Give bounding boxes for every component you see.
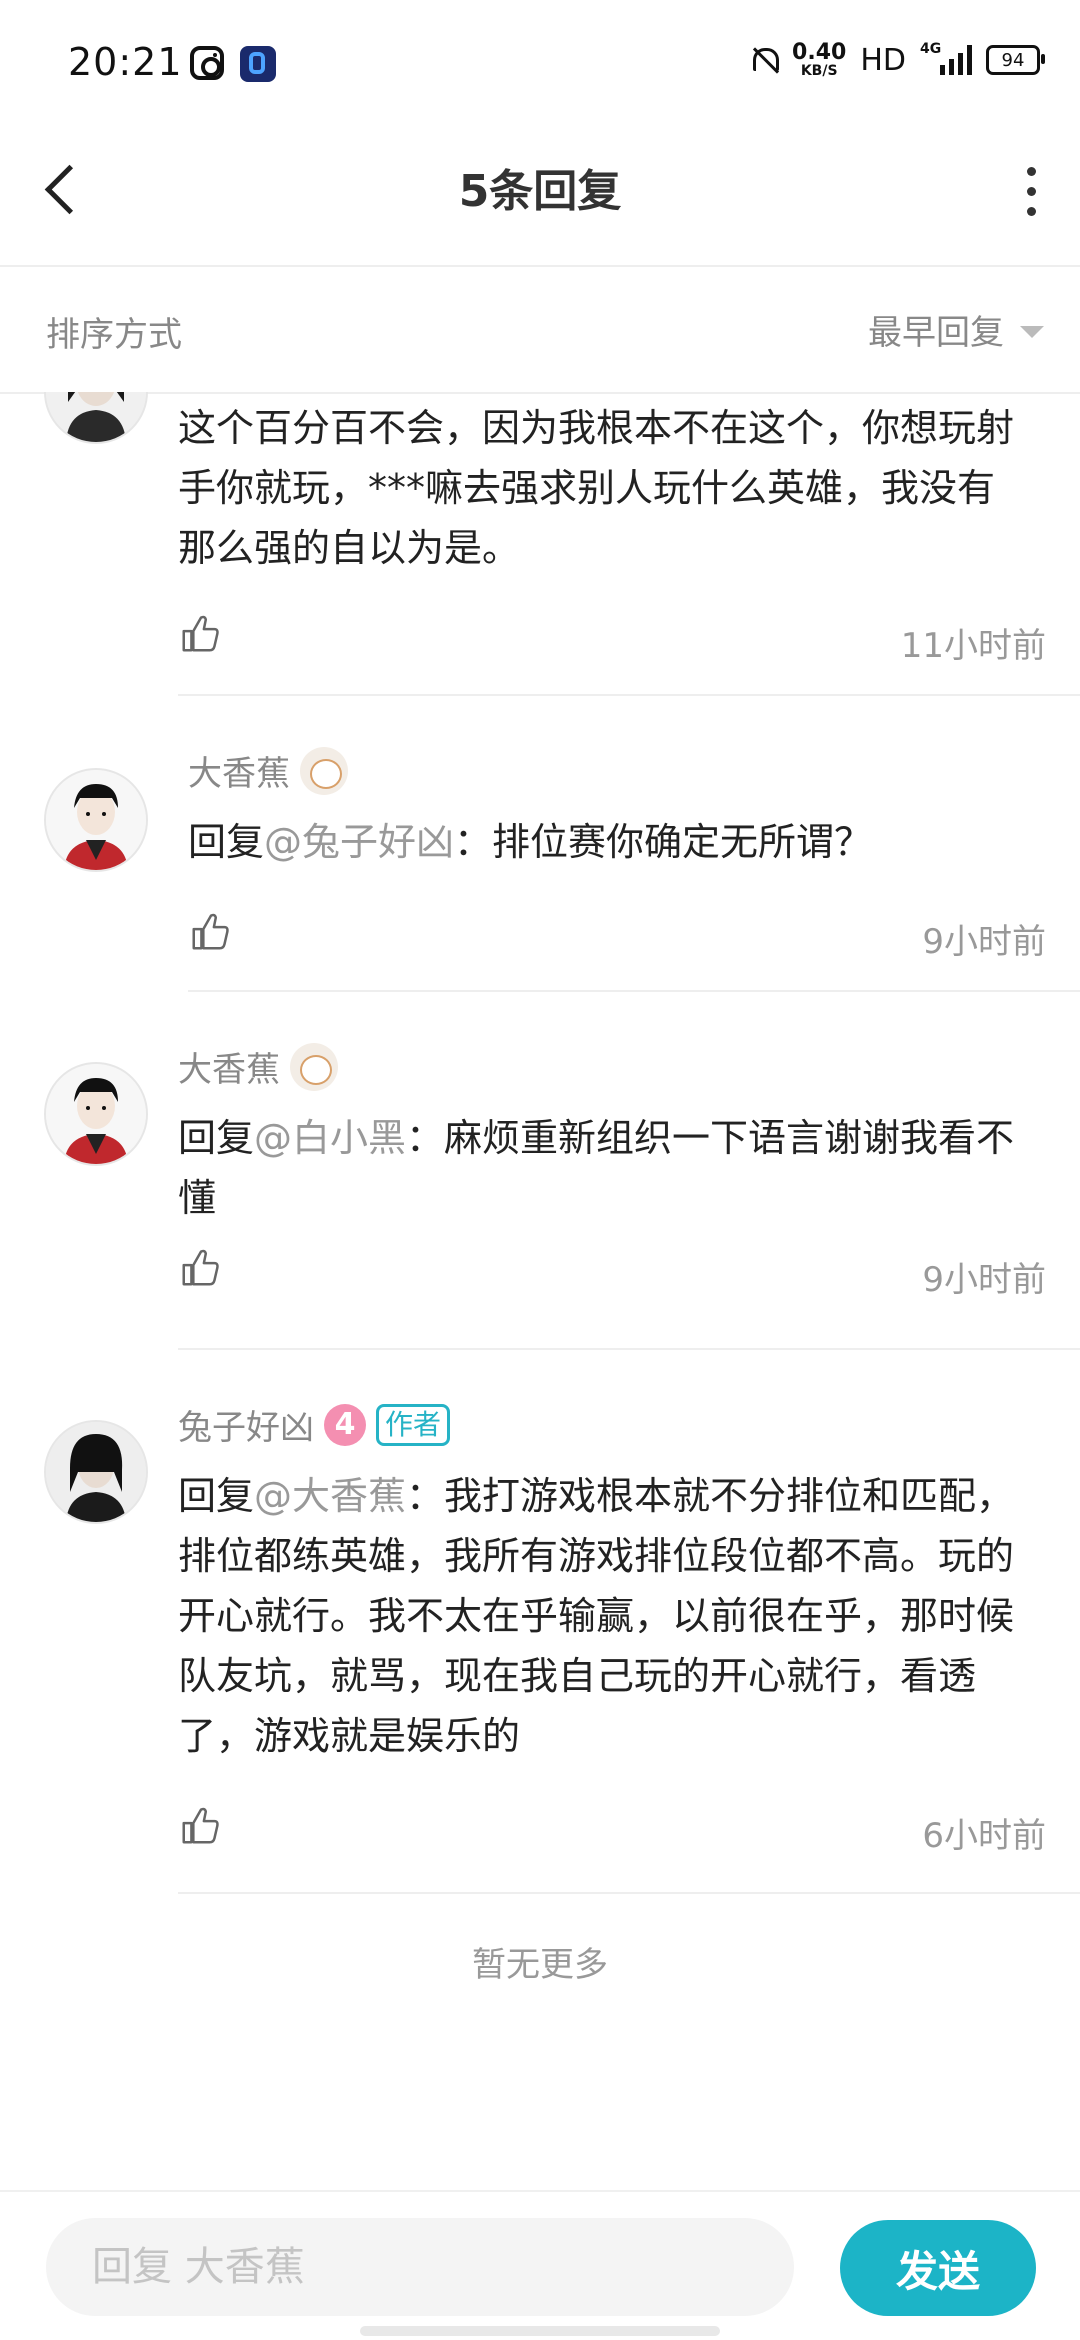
divider	[178, 1348, 1080, 1350]
emote-badge-icon	[290, 1042, 338, 1091]
reply-input[interactable]	[46, 2218, 794, 2316]
sort-dropdown[interactable]: 最早回复	[868, 305, 1044, 354]
page-title: 5条回复	[458, 166, 622, 217]
comment-time: 9小时前	[922, 922, 1046, 962]
mention-link[interactable]: @白小黑	[254, 1116, 406, 1160]
reply-bar: 发送	[0, 2190, 1080, 2340]
comment-text: 这个百分百不会，因为我根本不在这个，你想玩射手你就玩，***嘛去强求别人玩什么英…	[178, 406, 1015, 570]
divider	[178, 1892, 1080, 1894]
level-badge: 4	[324, 1403, 366, 1446]
author-name: 兔子好凶	[178, 1408, 314, 1448]
divider	[178, 694, 1080, 696]
speed-value: 0.40	[792, 40, 847, 65]
emote-badge-icon	[300, 746, 348, 795]
divider	[188, 990, 1080, 992]
comment-text: 回复@白小黑：麻烦重新组织一下语言谢谢我看不懂	[178, 1108, 1038, 1228]
comment-text: 回复@大香蕉：我打游戏根本就不分排位和匹配，排位都练英雄，我所有游戏排位段位都不…	[178, 1466, 1038, 1766]
comment-time: 9小时前	[922, 1260, 1046, 1300]
avatar[interactable]	[44, 768, 148, 872]
comment-author: 大香蕉	[178, 1042, 338, 1091]
more-vertical-icon[interactable]	[1006, 156, 1056, 226]
author-badge: 作者	[376, 1403, 451, 1446]
hd-indicator: HD	[860, 42, 906, 78]
mention-link[interactable]: @兔子好凶	[264, 820, 454, 864]
avatar[interactable]	[44, 1062, 148, 1166]
thumbs-up-icon[interactable]	[178, 1244, 228, 1294]
battery-level: 94	[1001, 49, 1025, 71]
avatar[interactable]	[44, 392, 148, 444]
no-more-label: 暂无更多	[472, 1945, 608, 1985]
comment-list: 这个百分百不会，因为我根本不在这个，你想玩射手你就玩，***嘛去强求别人玩什么英…	[0, 392, 1080, 2192]
sort-bar: 排序方式 最早回复	[0, 267, 1080, 394]
thumbs-up-icon[interactable]	[178, 610, 228, 660]
reply-prefix: 回复	[178, 1116, 255, 1160]
thumbs-up-icon[interactable]	[188, 908, 238, 958]
sort-value: 最早回复	[868, 313, 1004, 353]
caret-down-icon	[1020, 325, 1044, 338]
author-name: 大香蕉	[188, 754, 290, 794]
comment-time: 11小时前	[900, 626, 1046, 666]
app-b-icon	[240, 46, 276, 82]
network-speed: 0.40 KB/S	[792, 40, 847, 79]
comment-text: 回复@兔子好凶：排位赛你确定无所谓？	[188, 812, 1038, 872]
sort-label: 排序方式	[46, 315, 182, 355]
reply-prefix: 回复	[178, 1474, 255, 1518]
avatar[interactable]	[44, 1420, 148, 1524]
bell-muted-icon	[748, 44, 780, 76]
comment-time: 6小时前	[922, 1816, 1046, 1856]
battery-icon: 94	[986, 45, 1045, 75]
comment-body: ：排位赛你确定无所谓？	[454, 820, 873, 864]
status-right: 0.40 KB/S HD 4G 94	[748, 40, 1045, 80]
home-indicator[interactable]	[360, 2326, 720, 2336]
thumbs-up-icon[interactable]	[178, 1802, 228, 1852]
reply-thread-screen: 20:21 0.40 KB/S HD 4G 94 5条回复 排序方式 最早回复 …	[0, 0, 1080, 2340]
comment-author: 大香蕉	[188, 746, 348, 795]
instagram-icon	[190, 46, 224, 80]
speed-unit: KB/S	[800, 63, 838, 79]
comment-author: 兔子好凶 4 作者	[178, 1400, 451, 1449]
network-type: 4G	[920, 41, 942, 57]
signal-icon: 4G	[920, 41, 972, 75]
reply-prefix: 回复	[188, 820, 265, 864]
mention-link[interactable]: @大香蕉	[254, 1474, 406, 1518]
title-bar: 5条回复	[0, 120, 1080, 267]
status-bar: 20:21 0.40 KB/S HD 4G 94	[0, 0, 1080, 120]
author-name: 大香蕉	[178, 1050, 280, 1090]
send-button[interactable]: 发送	[840, 2220, 1036, 2316]
status-time: 20:21	[68, 40, 183, 84]
